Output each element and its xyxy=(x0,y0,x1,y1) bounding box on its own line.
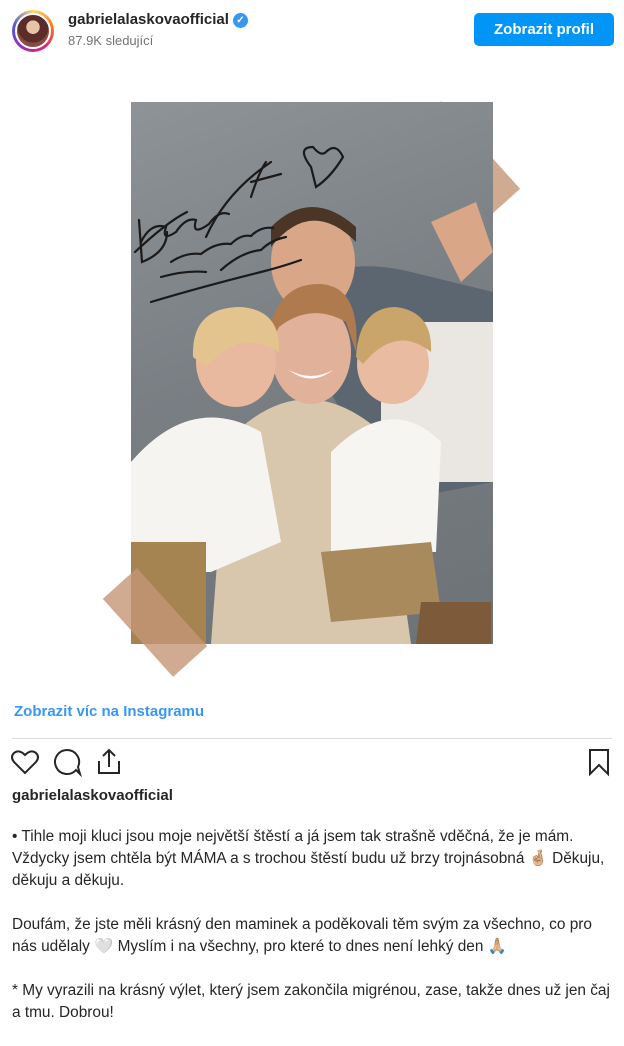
caption-paragraph: • Tihle moji kluci jsou moje největší št… xyxy=(12,828,605,889)
right-boy-shoe xyxy=(416,602,491,644)
post-header: gabrielalaskovaofficial ✓ 87.9K sledující… xyxy=(0,0,624,60)
post-media[interactable] xyxy=(0,60,624,700)
verified-badge-icon: ✓ xyxy=(232,13,248,28)
caption-paragraph: * My vyrazili na krásný výlet, který jse… xyxy=(12,982,610,1021)
family-photo xyxy=(131,102,493,644)
avatar-image xyxy=(15,13,51,49)
right-boy-shirt xyxy=(331,419,441,552)
view-more-on-instagram-link[interactable]: Zobrazit víc na Instagramu xyxy=(14,703,204,720)
caption-text: • Tihle moji kluci jsou moje největší št… xyxy=(12,826,616,1046)
comment-icon[interactable] xyxy=(52,747,82,777)
heart-icon[interactable] xyxy=(10,747,40,777)
username-text[interactable]: gabrielalaskovaofficial xyxy=(68,11,229,28)
view-profile-button[interactable]: Zobrazit profil xyxy=(474,13,614,46)
action-bar xyxy=(0,744,624,780)
divider xyxy=(12,738,612,739)
avatar[interactable] xyxy=(12,10,54,52)
man-hand-peace xyxy=(431,202,493,282)
caption-username[interactable]: gabrielalaskovaofficial xyxy=(12,787,173,804)
share-icon[interactable] xyxy=(94,747,124,777)
bookmark-icon[interactable] xyxy=(584,747,614,777)
caption-paragraph: Doufám, že jste měli krásný den maminek … xyxy=(12,916,592,955)
header-username[interactable]: gabrielalaskovaofficial ✓ xyxy=(68,11,248,28)
follower-count: 87.9K sledující xyxy=(68,33,154,48)
photo-illustration xyxy=(131,145,493,644)
